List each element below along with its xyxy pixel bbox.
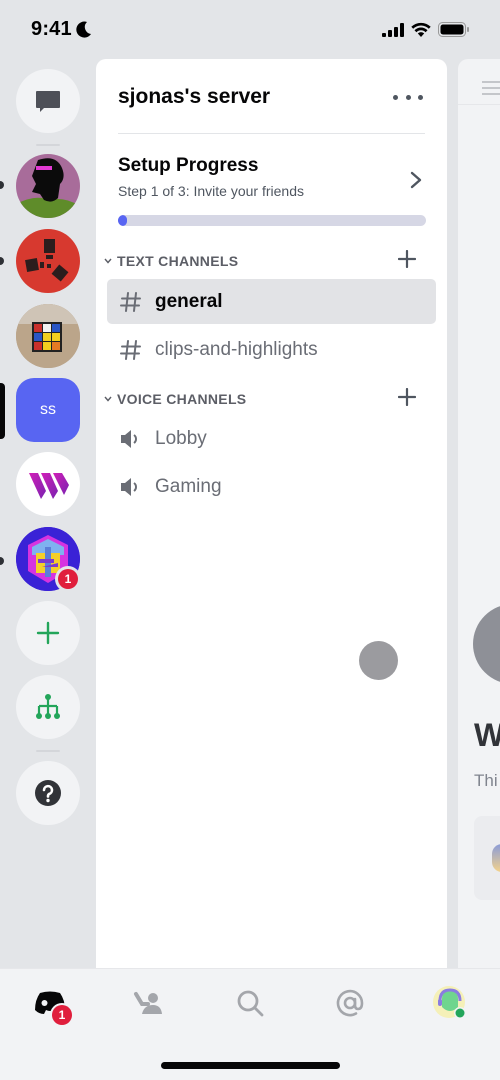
help-button[interactable] xyxy=(16,761,80,825)
status-bar: 9:41 xyxy=(0,0,500,58)
add-server-button[interactable] xyxy=(16,601,80,665)
unread-indicator xyxy=(0,257,4,265)
at-sign-icon xyxy=(336,989,364,1017)
add-channel-plus-icon[interactable] xyxy=(398,250,416,268)
battery-icon xyxy=(438,22,469,37)
welcome-title: W xyxy=(474,717,500,753)
chevron-right-icon xyxy=(410,171,422,189)
ellipsis-icon xyxy=(393,94,398,100)
server-rail: ss 1 xyxy=(0,58,96,968)
discover-servers-button[interactable] xyxy=(16,675,80,739)
rubiks-cube-image xyxy=(16,304,80,368)
setup-progress-fill xyxy=(118,215,127,226)
tab-profile[interactable] xyxy=(428,983,472,1023)
voice-channel-lobby[interactable]: Lobby xyxy=(107,416,436,461)
voice-channel-gaming[interactable]: Gaming xyxy=(107,464,436,509)
server-avatar-hex-logo[interactable]: 1 xyxy=(16,527,81,592)
discord-mobile-screen: 9:41 ss 1 sjonas's server Setup Progress… xyxy=(0,0,500,1080)
add-channel-plus-icon[interactable] xyxy=(398,388,416,406)
channel-name: general xyxy=(155,290,223,312)
category-label: TEXT CHANNELS xyxy=(117,253,239,269)
setup-title: Setup Progress xyxy=(118,155,259,176)
moon-icon xyxy=(76,21,91,38)
speaker-icon xyxy=(119,428,143,450)
category-label: VOICE CHANNELS xyxy=(117,391,247,407)
unread-indicator xyxy=(0,557,4,565)
category-voice-channels[interactable]: VOICE CHANNELS xyxy=(102,387,432,411)
user-avatar xyxy=(433,986,466,1019)
server-avatar-rust[interactable] xyxy=(16,229,80,293)
setup-subtitle: Step 1 of 3: Invite your friends xyxy=(118,183,304,199)
status-time: 9:41 xyxy=(31,18,72,40)
selected-server-indicator xyxy=(0,383,5,439)
friends-icon xyxy=(134,992,162,1014)
chat-bubble-icon xyxy=(36,91,60,112)
server-initials: ss xyxy=(40,401,56,418)
chevron-down-icon xyxy=(102,258,114,264)
rust-logo-icon xyxy=(25,239,69,282)
rail-divider xyxy=(36,750,60,752)
tab-friends[interactable] xyxy=(126,983,170,1023)
channel-panel: sjonas's server Setup Progress Step 1 of… xyxy=(96,59,447,968)
server-avatar-rubiks-cube[interactable] xyxy=(16,304,80,368)
hub-tree-icon xyxy=(36,694,60,719)
ellipsis-dot xyxy=(418,94,423,100)
welcome-subtitle: Thi xyxy=(474,771,498,790)
plus-icon xyxy=(36,621,60,645)
wifi-icon xyxy=(411,22,431,37)
w-logo-icon xyxy=(29,473,69,499)
search-icon xyxy=(237,990,264,1017)
hamburger-menu-icon[interactable] xyxy=(482,81,500,95)
touch-indicator xyxy=(359,641,398,680)
channel-name: clips-and-highlights xyxy=(155,338,318,360)
channel-general[interactable]: general xyxy=(107,279,436,324)
chat-header-divider xyxy=(458,104,500,105)
channel-welcome-icon xyxy=(473,604,500,684)
tab-search[interactable] xyxy=(228,983,272,1023)
silhouette-avatar-image xyxy=(16,154,80,218)
rail-divider xyxy=(36,144,60,146)
setup-progress-bar xyxy=(118,215,426,226)
welcome-action-card[interactable] xyxy=(474,816,500,900)
server-name[interactable]: sjonas's server xyxy=(118,85,270,109)
direct-messages-button[interactable] xyxy=(16,69,80,133)
server-sjonas-server[interactable]: ss xyxy=(16,378,80,442)
server-avatar-silhouette[interactable] xyxy=(16,154,80,218)
setup-progress-card[interactable]: Setup Progress Step 1 of 3: Invite your … xyxy=(118,155,426,231)
question-icon xyxy=(35,780,61,806)
channel-clips-and-highlights[interactable]: clips-and-highlights xyxy=(107,327,436,372)
status-icons xyxy=(382,22,470,37)
hash-icon xyxy=(119,339,143,361)
mention-badge: 1 xyxy=(55,566,81,592)
ellipsis-dot xyxy=(405,94,411,100)
chat-area-peek[interactable]: W Thi xyxy=(458,59,500,968)
speaker-icon xyxy=(119,476,143,498)
hash-icon xyxy=(119,291,143,313)
tab-mentions[interactable] xyxy=(328,983,372,1023)
home-indicator xyxy=(161,1062,340,1069)
chevron-down-icon xyxy=(102,396,114,402)
channel-name: Gaming xyxy=(155,475,222,497)
home-notification-badge: 1 xyxy=(50,1003,74,1027)
cellular-signal-icon xyxy=(382,22,404,37)
channel-name: Lobby xyxy=(155,427,207,449)
invite-icon xyxy=(492,844,500,872)
online-status-indicator xyxy=(455,1008,465,1018)
category-text-channels[interactable]: TEXT CHANNELS xyxy=(102,249,432,273)
header-divider xyxy=(118,133,425,134)
server-avatar-w-logo[interactable] xyxy=(16,452,80,516)
unread-indicator xyxy=(0,181,4,189)
tab-home[interactable]: 1 xyxy=(28,983,74,1027)
more-options-button[interactable] xyxy=(393,87,423,107)
